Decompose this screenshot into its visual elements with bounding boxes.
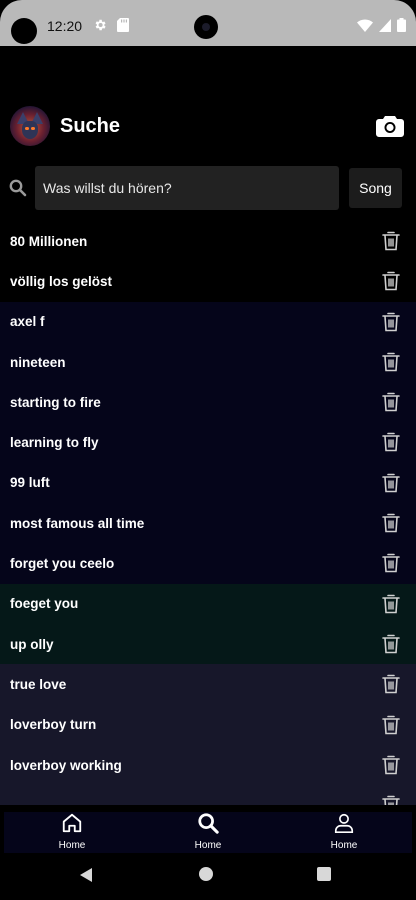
nav-label: Home	[330, 840, 358, 851]
list-item-label: loverboy turn	[10, 717, 97, 733]
search-icon	[198, 813, 219, 834]
nav-item-profile[interactable]: Home	[276, 812, 412, 853]
recents-button[interactable]	[317, 867, 331, 881]
trash-icon[interactable]	[382, 513, 400, 533]
camera-cutout	[11, 18, 37, 44]
trash-icon[interactable]	[382, 795, 400, 805]
page-title: Suche	[60, 115, 121, 137]
list-item-label: most famous all time	[10, 515, 145, 531]
nav-label: Home	[58, 840, 86, 851]
list-item[interactable]: axel f	[0, 301, 416, 342]
signal-icon	[379, 18, 391, 32]
app-header: Suche	[0, 100, 416, 154]
status-icons	[357, 18, 406, 32]
person-icon	[334, 813, 354, 833]
nav-item-home[interactable]: Home	[4, 812, 140, 853]
list-item[interactable]: 80 Millionen	[0, 221, 416, 262]
gear-icon	[95, 19, 106, 31]
trash-icon[interactable]	[382, 352, 400, 372]
nav-item-search[interactable]: Home	[140, 812, 276, 853]
list-item-label: 80 Millionen	[10, 233, 88, 249]
list-item-label: foeget you	[10, 596, 79, 612]
status-bar: 12:20	[0, 0, 416, 46]
trash-icon[interactable]	[382, 392, 400, 412]
trash-icon[interactable]	[382, 271, 400, 291]
list-item[interactable]: 99 luft	[0, 462, 416, 504]
battery-icon	[397, 18, 406, 32]
trash-icon[interactable]	[382, 634, 400, 654]
avatar[interactable]	[10, 106, 50, 146]
list-item[interactable]: loverboy working	[0, 744, 416, 786]
list-item-label: learning to fly	[10, 435, 99, 451]
home-icon	[62, 813, 82, 833]
app-screen: 12:20 Suche Was willst du hören? Song 80…	[0, 0, 416, 900]
camera-icon[interactable]	[376, 114, 404, 138]
trash-icon[interactable]	[382, 473, 400, 493]
search-bar: Song	[0, 166, 416, 210]
list-item-label: völlig los gelöst	[10, 273, 113, 289]
sd-card-icon	[117, 18, 129, 32]
list-item[interactable]: forget you ceelo	[0, 543, 416, 584]
trash-icon[interactable]	[382, 553, 400, 573]
trash-icon[interactable]	[382, 231, 400, 251]
trash-icon[interactable]	[382, 432, 400, 452]
search-input[interactable]	[35, 166, 339, 210]
trash-icon[interactable]	[382, 312, 400, 332]
song-button[interactable]: Song	[349, 168, 402, 208]
trash-icon[interactable]	[382, 755, 400, 775]
list-item-label: nineteen	[10, 354, 66, 370]
list-item-label: axel f	[10, 314, 45, 330]
system-navigation-bar	[0, 853, 416, 900]
list-item[interactable]: starting to fire	[0, 382, 416, 423]
wifi-icon	[357, 18, 373, 32]
list-item[interactable]: nineteen	[0, 341, 416, 383]
trash-icon[interactable]	[382, 674, 400, 694]
list-item[interactable]: völlig los gelöst	[0, 261, 416, 302]
home-button[interactable]	[199, 867, 213, 881]
search-icon	[9, 179, 27, 197]
avatar-eye	[31, 127, 35, 130]
search-history-list: 80 Millionen völlig los gelöst axel f ninet…	[0, 221, 416, 805]
front-camera	[194, 15, 218, 39]
list-item[interactable]: most famous all time	[0, 503, 416, 544]
nav-label: Home	[194, 840, 222, 851]
list-item[interactable]: learning to fly	[0, 422, 416, 463]
status-time: 12:20	[47, 18, 83, 34]
list-item-label: true love	[10, 676, 67, 692]
list-item-label: up olly	[10, 636, 54, 652]
list-item-label: starting to fire	[10, 394, 101, 410]
trash-icon[interactable]	[382, 594, 400, 614]
back-icon[interactable]	[78, 867, 94, 883]
bottom-navigation: Home Home Home	[4, 812, 412, 853]
list-item[interactable]: up olly	[0, 623, 416, 665]
trash-icon[interactable]	[382, 715, 400, 735]
avatar-face	[22, 121, 38, 139]
list-item[interactable]	[0, 785, 416, 805]
list-item[interactable]: loverboy turn	[0, 704, 416, 745]
list-item-label: loverboy working	[10, 757, 122, 773]
list-item[interactable]: true love	[0, 664, 416, 705]
list-item-label: forget you ceelo	[10, 556, 115, 572]
avatar-eye	[25, 127, 29, 130]
list-item-label: 99 luft	[10, 475, 50, 491]
list-item[interactable]: foeget you	[0, 583, 416, 624]
